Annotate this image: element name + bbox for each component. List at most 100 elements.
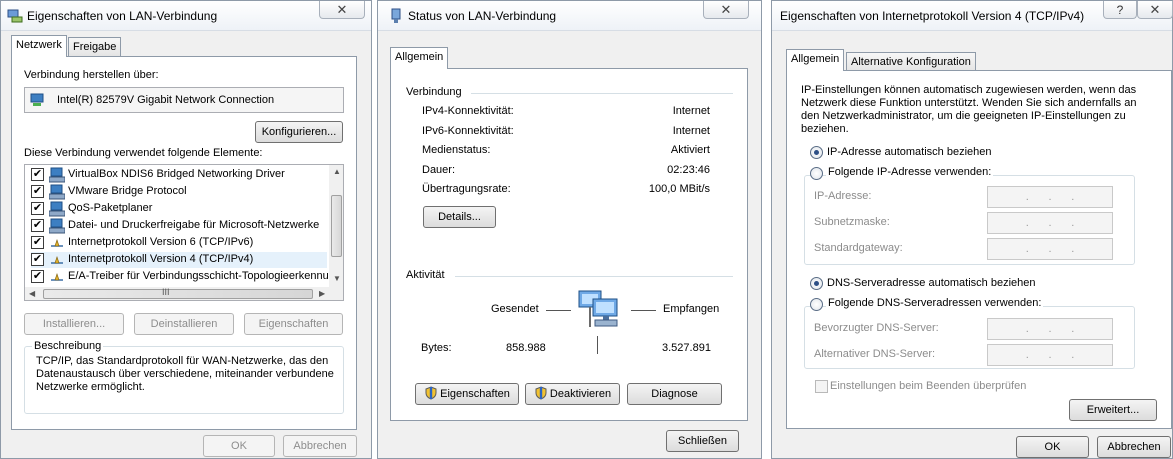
scroll-up-icon[interactable]: ▲	[333, 167, 341, 176]
status-row-value: 100,0 MBit/s	[648, 183, 710, 195]
dns-field-input[interactable]: ...	[987, 344, 1113, 366]
ip-auto-label[interactable]: IP-Adresse automatisch beziehen	[827, 146, 991, 158]
network-adapter-icon	[49, 201, 65, 217]
list-item[interactable]: ✔ QoS-Paketplaner	[31, 201, 327, 217]
list-item[interactable]: ✔ VirtualBox NDIS6 Bridged Networking Dri…	[31, 167, 327, 183]
configure-button[interactable]: Konfigurieren...	[255, 121, 343, 143]
ip-field-label: Subnetzmaske:	[814, 216, 890, 228]
diagnose-button[interactable]: Diagnose	[627, 383, 722, 405]
status-row-label: Medienstatus:	[422, 144, 491, 156]
network-connection-icon	[7, 9, 23, 23]
elements-list[interactable]: ✔ VirtualBox NDIS6 Bridged Networking Dri…	[24, 164, 344, 301]
dns-field-input[interactable]: ...	[987, 318, 1113, 340]
scroll-down-icon[interactable]: ▼	[333, 274, 341, 283]
shield-icon	[535, 386, 547, 400]
item-checkbox[interactable]: ✔	[31, 253, 44, 266]
tab-allgemein[interactable]: Allgemein	[390, 47, 449, 69]
tab-alternative-config[interactable]: Alternative Konfiguration	[846, 52, 976, 72]
dns-field-label: Bevorzugter DNS-Server:	[814, 322, 939, 334]
tab-allgemein[interactable]: Allgemein	[786, 49, 845, 71]
properties-label: Eigenschaften	[440, 388, 510, 400]
ok-button[interactable]: OK	[1016, 436, 1089, 458]
list-item[interactable]: ✔ Datei- und Druckerfreigabe für Microsof…	[31, 218, 327, 234]
cancel-button[interactable]: Abbrechen	[283, 435, 357, 457]
scroll-h-thumb[interactable]	[43, 289, 313, 299]
description-text: TCP/IP, das Standardprotokoll für WAN-Ne…	[36, 355, 334, 393]
scroll-thumb[interactable]	[331, 195, 342, 257]
item-label: E/A-Treiber für Verbindungsschicht-Topol…	[68, 270, 333, 282]
title-bar: Eigenschaften von Internetprotokoll Vers…	[772, 1, 1173, 31]
ip-field-input[interactable]: ...	[987, 212, 1113, 234]
disable-button[interactable]: Deaktivieren	[525, 383, 620, 405]
scroll-left-icon[interactable]: ◀	[29, 289, 35, 298]
close-button[interactable]: ✕	[1137, 1, 1173, 19]
bytes-separator	[597, 336, 598, 354]
ip-field-label: IP-Adresse:	[814, 190, 872, 202]
bytes-sent: 858.988	[506, 342, 546, 354]
close-button[interactable]: ✕	[703, 1, 749, 19]
tab-freigabe[interactable]: Freigabe	[68, 37, 122, 57]
intro-text-line: Netzwerk diese Funktion unterstützt. Wen…	[801, 97, 1137, 109]
received-label: Empfangen	[663, 303, 720, 315]
vertical-scrollbar[interactable]: ▲ ▼	[329, 165, 343, 287]
lan-properties-window: Eigenschaften von LAN-Verbindung ✕ Netzw…	[0, 0, 372, 459]
item-checkbox[interactable]: ✔	[31, 219, 44, 232]
adapter-name: Intel(R) 82579V Gigabit Network Connecti…	[57, 94, 275, 106]
horizontal-scrollbar[interactable]: ◀ III ▶	[25, 287, 343, 300]
tab-netzwerk[interactable]: Netzwerk	[11, 35, 67, 57]
list-item[interactable]: ✔ VMware Bridge Protocol	[31, 184, 327, 200]
uninstall-button[interactable]: Deinstallieren	[134, 313, 234, 335]
item-checkbox[interactable]: ✔	[31, 270, 44, 283]
help-button[interactable]: ?	[1103, 1, 1137, 19]
dns-field-label: Alternativer DNS-Server:	[814, 348, 936, 360]
ip-field-input[interactable]: ...	[987, 186, 1113, 208]
item-checkbox[interactable]: ✔	[31, 236, 44, 249]
item-checkbox[interactable]: ✔	[31, 168, 44, 181]
status-row-label: IPv6-Konnektivität:	[422, 124, 514, 137]
ip-auto-radio[interactable]	[810, 146, 823, 159]
close-dialog-button[interactable]: Schließen	[666, 430, 739, 452]
item-checkbox[interactable]: ✔	[31, 202, 44, 215]
validate-checkbox[interactable]	[815, 380, 828, 393]
details-button[interactable]: Details...	[423, 206, 496, 228]
bytes-received: 3.527.891	[662, 342, 711, 354]
protocol-icon	[51, 256, 63, 264]
ok-button[interactable]: OK	[203, 435, 275, 457]
item-checkbox[interactable]: ✔	[31, 185, 44, 198]
ip-manual-label[interactable]: Folgende IP-Adresse verwenden:	[826, 166, 994, 178]
title-bar: Eigenschaften von LAN-Verbindung ✕	[1, 1, 371, 31]
tab-panel: IP-Einstellungen können automatisch zuge…	[786, 70, 1172, 429]
ip-manual-radio[interactable]	[810, 167, 823, 180]
protocol-icon	[51, 239, 63, 247]
intro-text-line: IP-Einstellungen können automatisch zuge…	[801, 84, 1137, 96]
dns-manual-label[interactable]: Folgende DNS-Serveradressen verwenden:	[826, 297, 1044, 309]
received-line	[631, 310, 656, 311]
item-label: Internetprotokoll Version 6 (TCP/IPv6)	[68, 236, 254, 248]
list-item[interactable]: ✔ Internetprotokoll Version 6 (TCP/IPv6)	[31, 235, 327, 251]
dns-manual-radio[interactable]	[810, 298, 823, 311]
activity-header: Aktivität	[406, 269, 445, 281]
scroll-right-icon[interactable]: ▶	[319, 289, 325, 298]
dns-auto-radio[interactable]	[810, 277, 823, 290]
dns-auto-label[interactable]: DNS-Serveradresse automatisch beziehen	[827, 277, 1036, 289]
validate-label: Einstellungen beim Beenden überprüfen	[830, 380, 1027, 392]
status-row-label: IPv4-Konnektivität:	[422, 105, 514, 117]
list-item[interactable]: ✔ Internetprotokoll Version 4 (TCP/IPv4)	[31, 252, 327, 268]
list-item[interactable]: ✔ E/A-Treiber für Verbindungsschicht-Topo…	[31, 269, 332, 285]
adapter-field: Intel(R) 82579V Gigabit Network Connecti…	[24, 87, 344, 113]
close-button[interactable]: ✕	[319, 1, 365, 19]
connection-divider	[471, 93, 733, 94]
intro-text-line: den Netzwerkadministrator, um die geeign…	[801, 110, 1126, 122]
ip-field-input[interactable]: ...	[987, 238, 1113, 260]
status-row-value: Internet	[672, 105, 710, 117]
status-row-value: Internet	[672, 124, 710, 137]
advanced-button[interactable]: Erweitert...	[1069, 399, 1157, 421]
install-button[interactable]: Installieren...	[24, 313, 124, 335]
connect-label: Verbindung herstellen über:	[24, 69, 159, 81]
properties-button[interactable]: Eigenschaften	[244, 313, 343, 335]
network-adapter-icon	[49, 218, 65, 234]
cancel-button[interactable]: Abbrechen	[1097, 436, 1171, 458]
properties-button[interactable]: Eigenschaften	[415, 383, 519, 405]
description-title: Beschreibung	[32, 340, 104, 352]
close-icon: ✕	[720, 1, 732, 17]
